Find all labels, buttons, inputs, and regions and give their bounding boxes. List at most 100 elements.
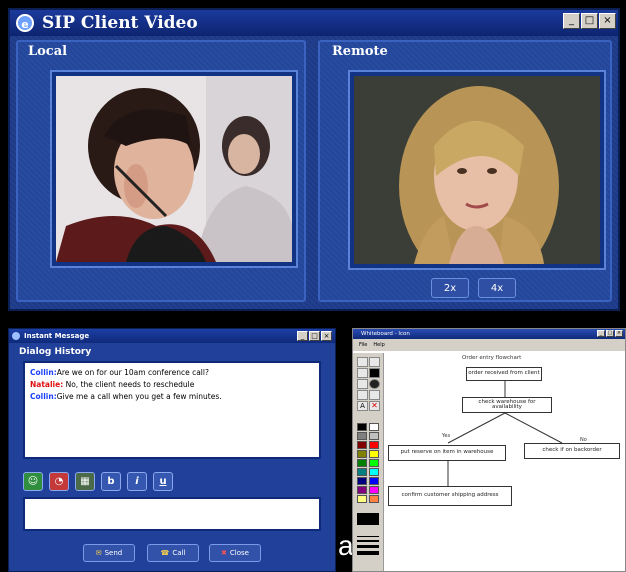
dialog-history-label: Dialog History bbox=[19, 347, 92, 357]
color-swatch[interactable] bbox=[369, 432, 379, 440]
close-button[interactable]: × bbox=[599, 13, 616, 29]
rect-tool-icon[interactable] bbox=[357, 368, 368, 378]
line-width-picker[interactable] bbox=[357, 533, 379, 558]
whiteboard-canvas[interactable]: Order entry flowchart order received fro… bbox=[384, 351, 625, 571]
image-button[interactable]: ▦ bbox=[75, 472, 95, 491]
select-tool-icon[interactable] bbox=[357, 357, 368, 367]
flowchart-yes-label: Yes bbox=[442, 433, 451, 439]
color-button[interactable]: ◔ bbox=[49, 472, 69, 491]
call-button[interactable]: ☎ Call bbox=[147, 544, 199, 562]
local-video bbox=[52, 72, 296, 266]
current-color-swatch bbox=[357, 513, 379, 525]
zoom-4x-button[interactable]: 4x bbox=[478, 278, 516, 298]
close-icon: ✖ bbox=[221, 549, 227, 557]
color-swatch[interactable] bbox=[369, 495, 379, 503]
wb-maximize-button[interactable]: □ bbox=[606, 330, 614, 337]
eraser-tool-icon[interactable] bbox=[369, 390, 380, 400]
color-swatch[interactable] bbox=[369, 441, 379, 449]
video-titlebar[interactable]: e SIP Client Video _ □ × bbox=[10, 10, 618, 36]
im-title: Instant Message bbox=[24, 332, 90, 340]
color-swatch[interactable] bbox=[357, 450, 367, 458]
dialog-history: Collin: Are we on for our 10am conference… bbox=[23, 361, 321, 459]
color-swatch[interactable] bbox=[357, 423, 367, 431]
app-logo-icon: e bbox=[16, 14, 34, 32]
format-toolbar: ☺ ◔ ▦ b i u bbox=[23, 472, 173, 491]
flowchart-box-backorder: check if on backorder bbox=[524, 443, 620, 459]
close-label: Close bbox=[229, 549, 249, 557]
whiteboard-menubar: File Help bbox=[353, 339, 625, 351]
bold-button[interactable]: b bbox=[101, 472, 121, 491]
phone-icon: ☎ bbox=[160, 549, 170, 557]
flowchart-title: Order entry flowchart bbox=[462, 355, 522, 361]
delete-tool-icon[interactable]: ✕ bbox=[369, 401, 380, 411]
message-input[interactable] bbox=[23, 497, 321, 531]
line-tool-icon[interactable] bbox=[369, 357, 380, 367]
message-line: Natalie: No, the client needs to resched… bbox=[30, 379, 314, 391]
send-button[interactable]: ✉ Send bbox=[83, 544, 135, 562]
color-swatch[interactable] bbox=[369, 450, 379, 458]
call-label: Call bbox=[172, 549, 186, 557]
message-line: Collin:Give me a call when you get a few… bbox=[30, 391, 314, 403]
text-tool-icon[interactable]: A bbox=[357, 401, 368, 411]
flowchart-box-order: order received from client bbox=[466, 367, 542, 381]
remote-video bbox=[350, 72, 604, 268]
emoticon-button[interactable]: ☺ bbox=[23, 472, 43, 491]
pen-tool-icon[interactable] bbox=[357, 390, 368, 400]
flowchart-connectors bbox=[447, 381, 563, 486]
whiteboard-title: Whiteboard - Icon bbox=[361, 331, 410, 337]
zoom-2x-button[interactable]: 2x bbox=[431, 278, 469, 298]
color-swatch[interactable] bbox=[369, 468, 379, 476]
local-panel: Local bbox=[16, 40, 306, 302]
filled-ellipse-tool-icon[interactable] bbox=[369, 379, 380, 389]
video-window: e SIP Client Video _ □ × Local Remote 2x… bbox=[8, 8, 620, 311]
im-titlebar[interactable]: Instant Message _ □ × bbox=[9, 329, 335, 343]
color-swatch[interactable] bbox=[357, 459, 367, 467]
remote-video-feed bbox=[354, 76, 600, 264]
message-text: Are we on for our 10am conference call? bbox=[56, 368, 209, 377]
wb-close-button[interactable]: × bbox=[615, 330, 623, 337]
italic-button[interactable]: i bbox=[127, 472, 147, 491]
menu-help[interactable]: Help bbox=[373, 342, 384, 348]
minimize-button[interactable]: _ bbox=[563, 13, 580, 29]
im-app-icon bbox=[12, 332, 20, 340]
im-maximize-button[interactable]: □ bbox=[309, 331, 320, 341]
whiteboard-titlebar[interactable]: Whiteboard - Icon _ □ × bbox=[353, 329, 625, 339]
filled-rect-tool-icon[interactable] bbox=[369, 368, 380, 378]
message-text: Give me a call when you get a few minute… bbox=[56, 392, 222, 401]
instant-message-window: Instant Message _ □ × Dialog History Col… bbox=[8, 328, 336, 572]
whiteboard-toolbox: A ✕ bbox=[353, 353, 384, 571]
remote-label: Remote bbox=[332, 44, 388, 59]
im-minimize-button[interactable]: _ bbox=[297, 331, 308, 341]
flowchart-box-check-warehouse: check warehouse for availability bbox=[462, 397, 552, 413]
color-swatch[interactable] bbox=[357, 441, 367, 449]
underline-button[interactable]: u bbox=[153, 472, 173, 491]
close-im-button[interactable]: ✖ Close bbox=[209, 544, 261, 562]
menu-file[interactable]: File bbox=[359, 342, 367, 348]
send-icon: ✉ bbox=[95, 549, 102, 557]
ellipse-tool-icon[interactable] bbox=[357, 379, 368, 389]
message-line: Collin:Are we on for our 10am conference… bbox=[30, 367, 314, 379]
whiteboard-window: Whiteboard - Icon _ □ × File Help A ✕ Or… bbox=[352, 328, 626, 572]
message-speaker: Collin: bbox=[30, 392, 57, 401]
color-swatch[interactable] bbox=[369, 423, 379, 431]
message-text: No, the client needs to reschedule bbox=[65, 380, 195, 389]
maximize-button[interactable]: □ bbox=[581, 13, 598, 29]
remote-panel: Remote 2x 4x bbox=[318, 40, 612, 302]
color-swatch[interactable] bbox=[357, 477, 367, 485]
color-swatch[interactable] bbox=[369, 477, 379, 485]
color-swatch[interactable] bbox=[357, 432, 367, 440]
local-label: Local bbox=[28, 44, 68, 59]
message-speaker: Natalie: bbox=[30, 380, 64, 389]
color-swatch[interactable] bbox=[369, 486, 379, 494]
wb-minimize-button[interactable]: _ bbox=[597, 330, 605, 337]
color-swatch[interactable] bbox=[357, 486, 367, 494]
color-swatch[interactable] bbox=[357, 468, 367, 476]
flowchart-box-confirm-address: confirm customer shipping address bbox=[388, 486, 512, 506]
color-swatch[interactable] bbox=[357, 495, 367, 503]
window-title: SIP Client Video bbox=[42, 13, 198, 33]
send-label: Send bbox=[104, 549, 123, 557]
local-video-feed bbox=[56, 76, 292, 262]
flowchart-box-reserve: put reserve on item in warehouse bbox=[388, 445, 506, 461]
color-swatch[interactable] bbox=[369, 459, 379, 467]
im-close-button[interactable]: × bbox=[321, 331, 332, 341]
